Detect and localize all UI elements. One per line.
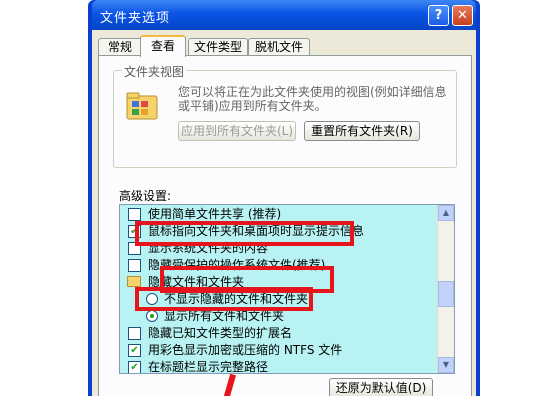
- highlight-box-protected-files: [135, 221, 354, 246]
- list-item[interactable]: 隐藏已知文件类型的扩展名: [120, 325, 438, 341]
- restore-defaults-button[interactable]: 还原为默认值(D): [329, 378, 433, 396]
- dialog-body: 常规 查看 文件类型 脱机文件 文件夹视图 您可以将正在为此文件夹使用的视图(例…: [92, 30, 476, 396]
- apply-to-all-folders-button[interactable]: 应用到所有文件夹(L): [178, 121, 296, 141]
- scroll-up-arrow-icon[interactable]: ▲: [438, 205, 454, 221]
- folder-views-description: 您可以将正在为此文件夹使用的视图(例如详细信息或平铺)应用到所有文件夹。: [178, 85, 447, 113]
- title-bar[interactable]: 文件夹选项 ? ✕: [92, 0, 476, 30]
- radio-button-selected[interactable]: [146, 310, 158, 322]
- advanced-settings-label: 高级设置:: [119, 189, 172, 203]
- checkbox[interactable]: [128, 208, 141, 221]
- help-button[interactable]: ?: [428, 5, 449, 26]
- highlight-box-extensions: [135, 287, 313, 311]
- tab-offline-files[interactable]: 脱机文件: [248, 38, 310, 56]
- vertical-scrollbar[interactable]: ▲ ▼: [437, 205, 454, 373]
- reset-all-folders-button[interactable]: 重置所有文件夹(R): [304, 121, 420, 141]
- folder-icon: [127, 276, 141, 287]
- tab-file-types[interactable]: 文件类型: [188, 38, 248, 56]
- list-item[interactable]: 使用简单文件共享 (推荐): [120, 206, 438, 222]
- list-item-label: 使用简单文件共享 (推荐): [148, 207, 282, 221]
- list-item[interactable]: ✔ 在标题栏显示完整路径: [120, 359, 438, 374]
- list-item-label: 用彩色显示加密或压缩的 NTFS 文件: [148, 343, 343, 357]
- scroll-down-arrow-icon[interactable]: ▼: [438, 357, 454, 373]
- window-title: 文件夹选项: [100, 11, 171, 26]
- folder-views-group: 文件夹视图 您可以将正在为此文件夹使用的视图(例如详细信息或平铺)应用到所有文件…: [113, 63, 457, 168]
- list-item-label: 在标题栏显示完整路径: [148, 360, 269, 374]
- tab-general[interactable]: 常规: [98, 38, 142, 56]
- folder-views-title: 文件夹视图: [122, 63, 187, 80]
- checkbox-checked[interactable]: ✔: [128, 361, 141, 373]
- folder-options-dialog: 文件夹选项 ? ✕ 常规 查看 文件类型 脱机文件 文件夹视图 您可以将正在为此…: [88, 0, 480, 396]
- list-item-label: 隐藏已知文件类型的扩展名: [148, 326, 293, 340]
- scroll-thumb[interactable]: [438, 281, 454, 307]
- checkbox-checked[interactable]: ✔: [128, 344, 141, 357]
- list-item[interactable]: ✔ 用彩色显示加密或压缩的 NTFS 文件: [120, 342, 438, 358]
- folder-views-icon: [126, 92, 158, 120]
- close-button[interactable]: ✕: [452, 5, 473, 26]
- checkbox[interactable]: [128, 259, 141, 272]
- tab-view[interactable]: 查看: [140, 35, 186, 57]
- checkbox[interactable]: [128, 327, 141, 340]
